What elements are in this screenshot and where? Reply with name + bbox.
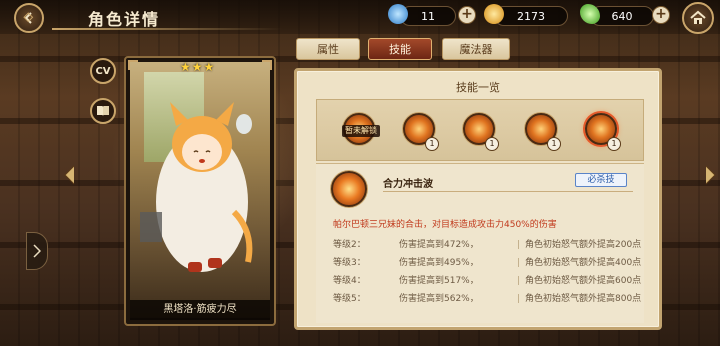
level-rage-bonus: 角色初始怒气额外提高400点	[525, 258, 642, 268]
level-damage: 伤害提高到562%，	[399, 294, 479, 304]
cv-voice-button[interactable]: CV	[90, 58, 116, 84]
tab-attributes[interactable]: 属性	[296, 38, 360, 60]
level-label: 等级3：	[333, 258, 366, 268]
skill-level-badge: 1	[607, 137, 621, 151]
level-separator: |	[517, 258, 521, 268]
skill-level-badge: 1	[425, 137, 439, 151]
character-illustration	[140, 102, 253, 272]
selected-skill-name: 合力冲击波	[383, 179, 433, 190]
book-button[interactable]	[90, 98, 116, 124]
ultimate-skill-tag: 必杀技	[575, 173, 627, 187]
skill-name-divider	[383, 191, 633, 192]
level-rage-bonus: 角色初始怒气额外提高200点	[525, 240, 642, 250]
gem-count: 640	[611, 9, 633, 23]
skills-panel: 技能一览 暂未解锁 1 1 1 1 合力冲击波 必杀技 帕尔巴顿三兄妹的合击，对…	[294, 68, 662, 330]
character-portrait	[130, 62, 270, 318]
title-underline	[52, 28, 282, 30]
add-crystal-button[interactable]: +	[458, 6, 476, 24]
level-rage-bonus: 角色初始怒气额外提高800点	[525, 294, 642, 304]
gold-coin-icon	[484, 4, 504, 24]
level-label: 等级4：	[333, 276, 366, 286]
level-rage-bonus: 角色初始怒气额外提高600点	[525, 276, 642, 286]
crystal-count: 11	[421, 9, 435, 23]
skill-level-badge: 1	[547, 137, 561, 151]
next-character-icon[interactable]	[704, 164, 718, 186]
skills-overview-heading: 技能一览	[456, 81, 500, 94]
level-label: 等级5：	[333, 294, 366, 304]
card-corner-ornament	[262, 60, 272, 70]
skill-level-row: 等级3： 伤害提高到495%， | 角色初始怒气额外提高400点	[333, 255, 641, 268]
blue-crystal-icon	[388, 4, 408, 24]
skill-description: 帕尔巴顿三兄妹的合击，对目标造成攻击力450%的伤害	[333, 220, 557, 230]
add-gem-button[interactable]: +	[652, 6, 670, 24]
skill-level-row: 等级4： 伤害提高到517%， | 角色初始怒气额外提高600点	[333, 273, 641, 286]
level-label: 等级2：	[333, 240, 366, 250]
skill-level-row: 等级2： 伤害提高到472%， | 角色初始怒气额外提高200点	[333, 237, 641, 250]
level-damage: 伤害提高到517%，	[399, 276, 479, 286]
gold-count: 2173	[517, 9, 545, 23]
prev-character-icon[interactable]	[62, 164, 76, 186]
character-card[interactable]: ★★★ 黑塔洛·筋疲力尽	[124, 56, 276, 326]
star-rating: ★★★	[180, 60, 216, 74]
back-button[interactable]	[14, 3, 44, 33]
level-damage: 伤害提高到472%，	[399, 240, 479, 250]
level-separator: |	[517, 276, 521, 286]
level-damage: 伤害提高到495%，	[399, 258, 479, 268]
crystal-counter: 11	[400, 6, 456, 26]
side-drawer-handle[interactable]	[26, 232, 48, 270]
character-name: 黑塔洛·筋疲力尽	[130, 300, 270, 320]
back-arrow-icon	[23, 12, 34, 24]
card-corner-ornament	[128, 60, 138, 70]
tab-magic-items[interactable]: 魔法器	[442, 38, 510, 60]
home-icon	[690, 10, 706, 24]
page-title: 角色详情	[88, 10, 161, 29]
chevron-right-icon	[33, 244, 41, 258]
skill-level-badge: 1	[485, 137, 499, 151]
selected-skill-icon	[331, 171, 367, 207]
book-icon	[97, 106, 109, 116]
gold-counter: 2173	[494, 6, 568, 26]
skill-slot-locked[interactable]: 暂未解锁	[342, 113, 380, 145]
level-separator: |	[517, 240, 521, 250]
skill-level-row: 等级5： 伤害提高到562%， | 角色初始怒气额外提高800点	[333, 291, 641, 304]
tab-skills[interactable]: 技能	[368, 38, 432, 60]
home-button[interactable]	[682, 2, 714, 34]
level-separator: |	[517, 294, 521, 304]
locked-label: 暂未解锁	[342, 125, 380, 137]
